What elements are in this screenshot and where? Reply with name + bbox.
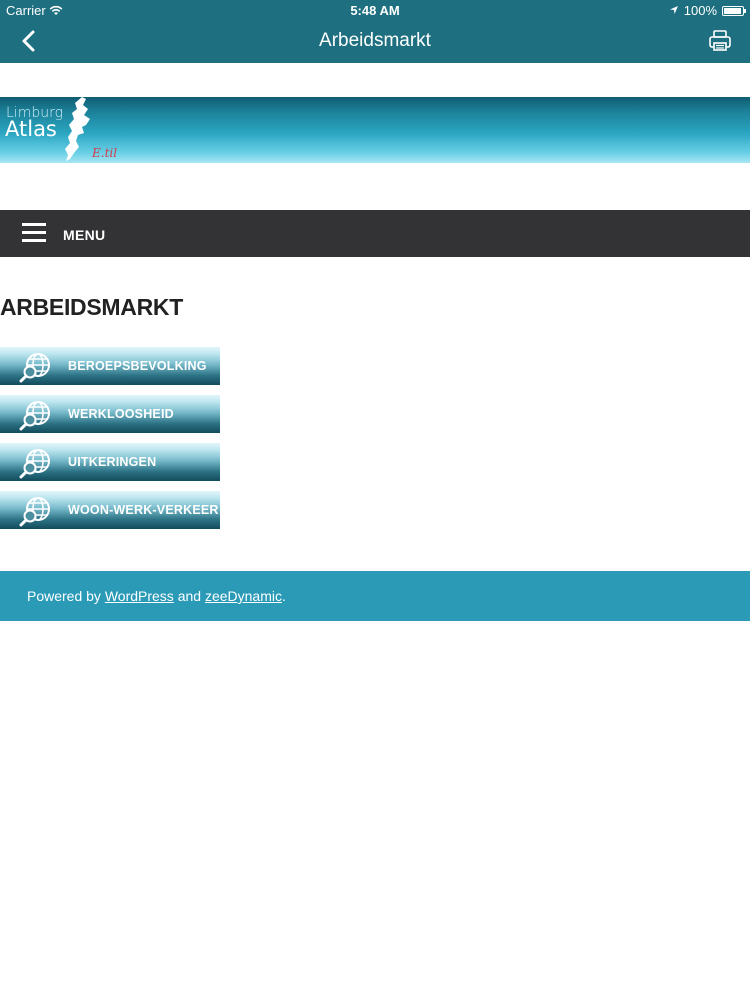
site-banner[interactable]: Limburg Atlas E.til: [0, 97, 750, 163]
footer-prefix: Powered by: [27, 588, 101, 604]
button-label: WERKLOOSHEID: [68, 407, 174, 421]
hamburger-icon: [22, 223, 46, 243]
footer: Powered by WordPress and zeeDynamic.: [0, 571, 750, 621]
nav-title: Arbeidsmarkt: [319, 30, 431, 51]
menu-toggle[interactable]: MENU: [0, 210, 750, 257]
globe-search-icon: [19, 399, 53, 436]
logo-text-atlas: Atlas: [5, 117, 57, 141]
button-label: WOON-WERK-VERKEER: [68, 503, 219, 517]
location-arrow-icon: [669, 3, 679, 18]
logo-text-etil: E.til: [92, 146, 118, 160]
button-label: BEROEPSBEVOLKING: [68, 359, 207, 373]
globe-search-icon: [19, 447, 53, 484]
button-werkloosheid[interactable]: WERKLOOSHEID: [0, 395, 220, 433]
button-beroepsbevolking[interactable]: BEROEPSBEVOLKING: [0, 347, 220, 385]
nav-bar: Arbeidsmarkt: [0, 20, 750, 63]
wordpress-link[interactable]: WordPress: [105, 588, 174, 604]
button-uitkeringen[interactable]: UITKERINGEN: [0, 443, 220, 481]
footer-credits: Powered by WordPress and zeeDynamic.: [27, 588, 286, 604]
status-bar: Carrier 5:48 AM 100%: [0, 0, 750, 20]
button-label: UITKERINGEN: [68, 455, 157, 469]
print-icon[interactable]: [708, 28, 732, 54]
globe-search-icon: [19, 495, 53, 532]
page-title: ARBEIDSMARKT: [0, 294, 183, 320]
status-right: 100%: [669, 3, 746, 18]
zeedynamic-link[interactable]: zeeDynamic: [205, 588, 282, 604]
status-time: 5:48 AM: [350, 3, 400, 18]
button-woon-werk-verkeer[interactable]: WOON-WERK-VERKEER: [0, 491, 220, 529]
menu-label: MENU: [63, 227, 106, 243]
battery-icon: [722, 5, 746, 16]
battery-percentage: 100%: [683, 3, 717, 18]
globe-search-icon: [19, 351, 53, 388]
footer-middle: and: [177, 588, 202, 604]
footer-suffix: .: [281, 588, 286, 604]
